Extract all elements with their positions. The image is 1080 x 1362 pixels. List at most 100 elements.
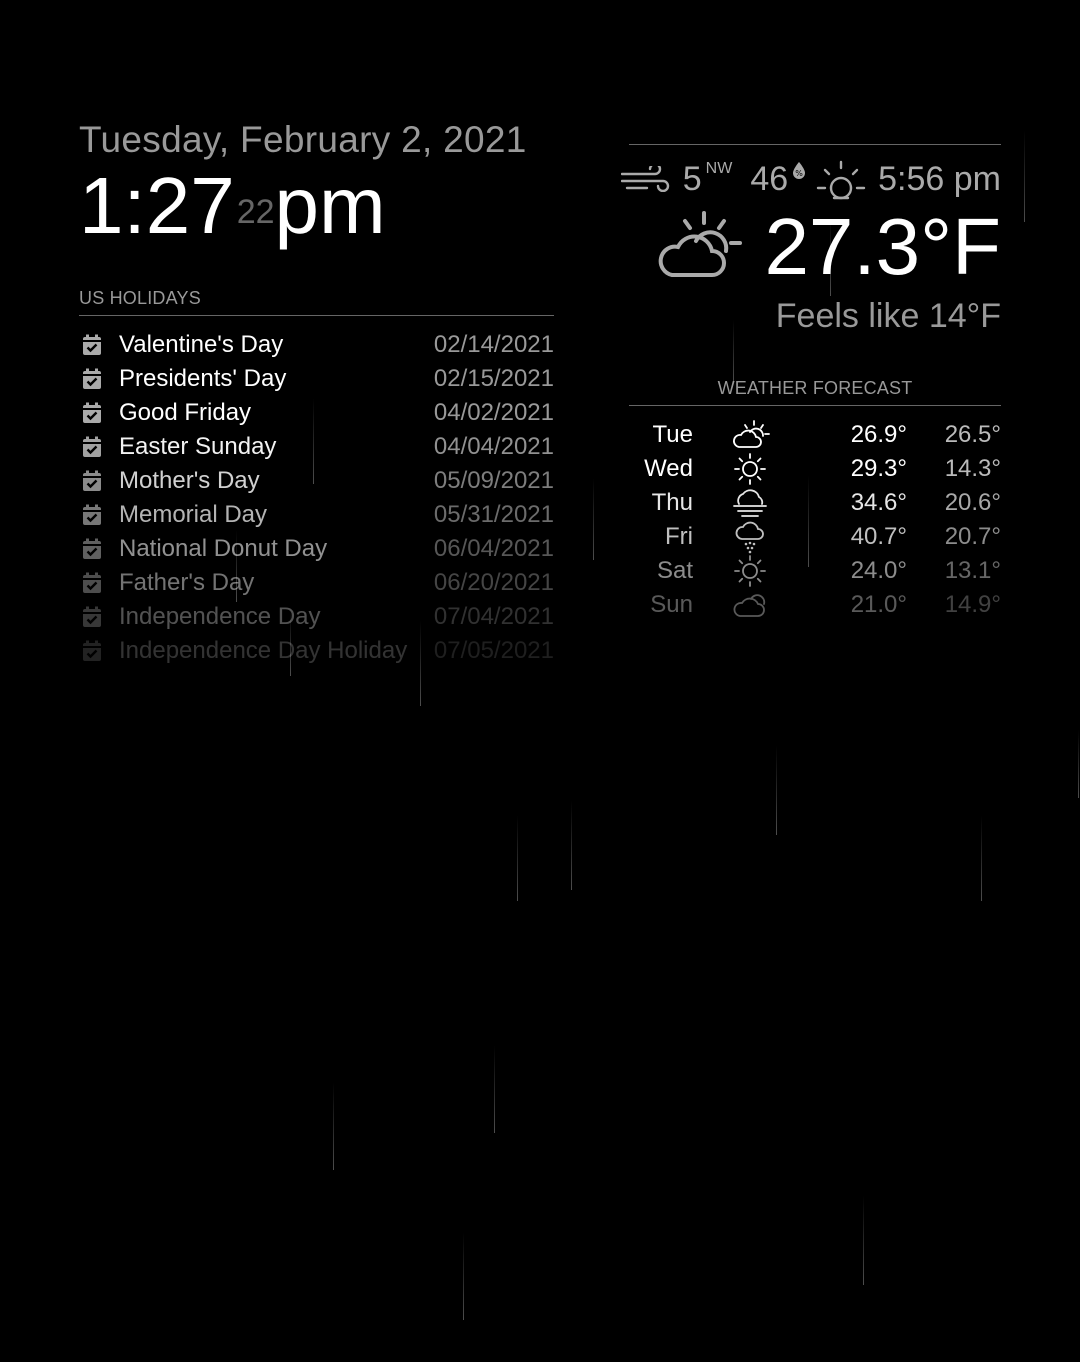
wind-speed: 5 bbox=[682, 159, 702, 198]
clock-time: 1:2722pm bbox=[79, 164, 527, 248]
rain-streak bbox=[981, 815, 982, 901]
rain-streak bbox=[1024, 130, 1025, 222]
calendar-check-icon bbox=[81, 640, 103, 662]
holidays-header: US HOLIDAYS bbox=[79, 287, 554, 316]
clock-module: Tuesday, February 2, 2021 1:2722pm bbox=[79, 118, 527, 248]
current-weather-module: 5 NW 46 % 5:56 pm 27.3°F Feels like 14°F bbox=[620, 144, 1001, 336]
partly-cloudy-icon bbox=[693, 420, 793, 450]
holiday-date: 07/05/2021 bbox=[433, 637, 554, 664]
calendar-check-icon bbox=[81, 504, 103, 526]
rain-streak bbox=[571, 800, 572, 890]
forecast-min-temp: 20.7° bbox=[944, 523, 1001, 550]
holiday-date: 02/14/2021 bbox=[433, 331, 554, 358]
forecast-min-temp: 20.6° bbox=[944, 489, 1001, 516]
weather-details: 5 NW 46 % 5:56 pm bbox=[620, 157, 1001, 201]
forecast-row: Sun 21.0° 14.9° bbox=[629, 588, 1001, 622]
holiday-title: Easter Sunday bbox=[119, 433, 277, 460]
rain-streak bbox=[863, 1195, 864, 1285]
forecast-list: Tue 26.9° 26.5° Wed 29.3° 14.3° Thu 34.6° 20.6° F… bbox=[629, 418, 1001, 622]
current-temperature: 27.3°F bbox=[764, 202, 1001, 291]
forecast-row: Sat 24.0° 13.1° bbox=[629, 554, 1001, 588]
forecast-max-temp: 40.7° bbox=[850, 523, 907, 550]
calendar-check-icon bbox=[81, 572, 103, 594]
clock-date: Tuesday, February 2, 2021 bbox=[79, 119, 527, 160]
rain-streak bbox=[463, 1232, 464, 1320]
calendar-check-icon bbox=[81, 334, 103, 356]
wind-direction: NW bbox=[705, 160, 733, 177]
holiday-title: Father's Day bbox=[119, 569, 255, 596]
svg-text:%: % bbox=[795, 169, 803, 178]
holiday-date: 05/09/2021 bbox=[433, 467, 554, 494]
holidays-list: Valentine's Day 02/14/2021 Presidents' Day… bbox=[79, 328, 554, 668]
holiday-row: Mother's Day 05/09/2021 bbox=[79, 464, 554, 498]
holiday-date: 04/02/2021 bbox=[433, 399, 554, 426]
holiday-row: Independence Day 07/04/2021 bbox=[79, 600, 554, 634]
sun-icon bbox=[693, 452, 793, 486]
forecast-header: WEATHER FORECAST bbox=[629, 377, 1001, 406]
feels-like: Feels like 14°F bbox=[775, 297, 1001, 335]
sun-icon bbox=[693, 554, 793, 588]
holiday-date: 06/20/2021 bbox=[433, 569, 554, 596]
holiday-row: Father's Day 06/20/2021 bbox=[79, 566, 554, 600]
holiday-date: 04/04/2021 bbox=[433, 433, 554, 460]
holiday-title: Valentine's Day bbox=[119, 331, 284, 358]
weather-forecast-module: WEATHER FORECAST Tue 26.9° 26.5° Wed 29.3° 14… bbox=[629, 377, 1001, 622]
clock-hours-minutes: 1:27 bbox=[79, 161, 235, 250]
rain-streak bbox=[593, 478, 594, 560]
holiday-date: 07/04/2021 bbox=[433, 603, 554, 630]
snow-icon bbox=[693, 520, 793, 554]
forecast-day: Wed bbox=[644, 455, 693, 482]
calendar-check-icon bbox=[81, 470, 103, 492]
forecast-row: Thu 34.6° 20.6° bbox=[629, 486, 1001, 520]
forecast-max-temp: 34.6° bbox=[850, 489, 907, 516]
forecast-row: Wed 29.3° 14.3° bbox=[629, 452, 1001, 486]
humidity-icon: % bbox=[792, 161, 806, 179]
holiday-date: 05/31/2021 bbox=[433, 501, 554, 528]
rain-streak bbox=[776, 745, 777, 835]
holiday-row: Easter Sunday 04/04/2021 bbox=[79, 430, 554, 464]
rain-streak bbox=[1078, 730, 1079, 798]
fog-icon bbox=[693, 488, 793, 518]
forecast-min-temp: 13.1° bbox=[944, 557, 1001, 584]
forecast-row: Fri 40.7° 20.7° bbox=[629, 520, 1001, 554]
holiday-date: 02/15/2021 bbox=[433, 365, 554, 392]
forecast-max-temp: 29.3° bbox=[850, 455, 907, 482]
holiday-title: Presidents' Day bbox=[119, 365, 287, 392]
forecast-day: Tue bbox=[652, 421, 693, 448]
holiday-title: National Donut Day bbox=[119, 535, 328, 562]
forecast-max-temp: 26.9° bbox=[850, 421, 907, 448]
forecast-day: Sun bbox=[650, 591, 693, 618]
calendar-check-icon bbox=[81, 436, 103, 458]
forecast-day: Thu bbox=[651, 489, 693, 516]
holiday-row: Memorial Day 05/31/2021 bbox=[79, 498, 554, 532]
clock-period: pm bbox=[274, 161, 386, 250]
forecast-row: Tue 26.9° 26.5° bbox=[629, 418, 1001, 452]
cloud-icon bbox=[693, 591, 793, 619]
rain-streak bbox=[517, 815, 518, 901]
forecast-min-temp: 14.3° bbox=[944, 455, 1001, 482]
holiday-date: 06/04/2021 bbox=[433, 535, 554, 562]
calendar-check-icon bbox=[81, 606, 103, 628]
holiday-title: Memorial Day bbox=[119, 501, 268, 528]
wind-icon bbox=[620, 166, 671, 192]
holidays-module: US HOLIDAYS Valentine's Day 02/14/2021 Pre… bbox=[79, 287, 554, 668]
rain-streak bbox=[494, 1045, 495, 1133]
holiday-title: Mother's Day bbox=[119, 467, 260, 494]
calendar-check-icon bbox=[81, 538, 103, 560]
holiday-row: Independence Day Holiday 07/05/2021 bbox=[79, 634, 554, 668]
holiday-row: Good Friday 04/02/2021 bbox=[79, 396, 554, 430]
sunset-time: 5:56 pm bbox=[878, 159, 1001, 198]
holiday-title: Independence Day bbox=[119, 603, 321, 630]
weather-main: 27.3°F bbox=[629, 207, 1001, 287]
forecast-min-temp: 26.5° bbox=[944, 421, 1001, 448]
holiday-row: Presidents' Day 02/15/2021 bbox=[79, 362, 554, 396]
rain-streak bbox=[333, 1082, 334, 1170]
forecast-day: Sat bbox=[656, 557, 693, 584]
forecast-max-temp: 24.0° bbox=[850, 557, 907, 584]
forecast-day: Fri bbox=[665, 523, 693, 550]
calendar-check-icon bbox=[81, 368, 103, 390]
holiday-title: Good Friday bbox=[119, 399, 252, 426]
calendar-check-icon bbox=[81, 402, 103, 424]
forecast-max-temp: 21.0° bbox=[850, 591, 907, 618]
humidity-value: 46 bbox=[750, 159, 789, 198]
